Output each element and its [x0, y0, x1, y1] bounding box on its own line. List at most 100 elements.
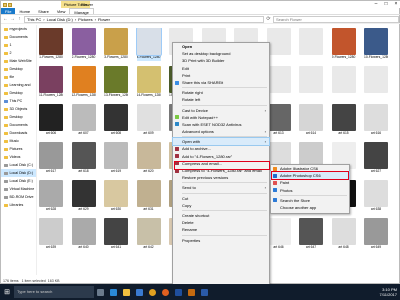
maximize-button[interactable]: □: [381, 1, 391, 8]
thumbnail-item[interactable]: 11-Flowers_1280: [39, 66, 63, 99]
thumbnail-item[interactable]: 9-Flowers_1280: [331, 28, 356, 61]
refresh-icon[interactable]: ⟳: [266, 16, 271, 22]
menu-item[interactable]: Rotate right: [173, 89, 269, 96]
thumbnail-item[interactable]: [364, 66, 388, 99]
nav-item[interactable]: Desktop: [1, 113, 36, 121]
tab-manage[interactable]: Manage: [69, 8, 94, 15]
tab-share[interactable]: Share: [34, 8, 53, 14]
menu-item[interactable]: Scan with ESET NOD32 Antivirus: [173, 121, 269, 128]
nav-item[interactable]: Downloads: [1, 129, 36, 137]
menu-item[interactable]: Paint: [271, 179, 349, 186]
thumbnail-item[interactable]: art 615: [331, 104, 356, 137]
menu-item[interactable]: Cast to Device ›: [173, 107, 269, 114]
thumbnail-item[interactable]: art 620: [136, 142, 161, 175]
thumbnail-item[interactable]: art 649: [364, 218, 388, 251]
nav-item[interactable]: Desktop: [1, 89, 36, 97]
breadcrumb-flower[interactable]: Flower: [98, 17, 110, 22]
nav-item[interactable]: Virtual Machine: [1, 185, 36, 193]
windows-start-icon[interactable]: ⊞: [0, 284, 14, 300]
taskbar-search-input[interactable]: Type here to search: [14, 286, 94, 298]
tab-home[interactable]: Home: [15, 8, 34, 14]
thumbnail-item[interactable]: art 629: [71, 180, 96, 213]
menu-item[interactable]: Open with ›: [172, 137, 270, 147]
minimize-button[interactable]: –: [371, 1, 381, 8]
close-button[interactable]: ×: [391, 1, 400, 8]
menu-item[interactable]: Edit with Notepad++: [173, 114, 269, 121]
breadcrumb-this-pc[interactable]: This PC: [27, 17, 41, 22]
thumbnail-item[interactable]: art 641: [104, 218, 128, 251]
thumbnail-item[interactable]: art 627: [364, 142, 388, 175]
back-arrow-icon[interactable]: ←: [3, 16, 8, 22]
thumbnail-item[interactable]: art 614: [299, 104, 323, 137]
menu-item[interactable]: Share this via SHAREit: [173, 79, 269, 86]
menu-item[interactable]: Create shortcut: [173, 212, 269, 219]
thumbnail-item[interactable]: 14-Flowers_1280: [136, 66, 161, 99]
tab-view[interactable]: View: [53, 8, 70, 14]
thumbnail-item[interactable]: 3-Flowers_1280: [104, 28, 128, 61]
nav-item[interactable]: Libraries: [1, 201, 36, 209]
thumbnail-item[interactable]: 4-Flowers_1280: [135, 28, 162, 61]
forward-arrow-icon[interactable]: →: [10, 16, 15, 22]
thumbnail-item[interactable]: art 628: [39, 180, 63, 213]
thumbnail-item[interactable]: art 617: [39, 142, 63, 175]
thumbnail-item[interactable]: [299, 28, 323, 61]
thumbnail-item[interactable]: [266, 66, 291, 99]
thumbnail-item[interactable]: 12-Flowers_1280: [71, 66, 96, 99]
thumbnail-item[interactable]: art 616: [364, 104, 388, 137]
thumbnail-item[interactable]: 13-Flowers_1280: [104, 66, 128, 99]
menu-item[interactable]: Add to "4-Flowers_1280.rar": [173, 153, 269, 160]
thumbnail-item[interactable]: art 642: [136, 218, 161, 251]
photoshop-icon[interactable]: [172, 284, 185, 300]
thumbnail-item[interactable]: art 607: [71, 104, 96, 137]
thumbnail-item[interactable]: art 618: [71, 142, 96, 175]
store-icon[interactable]: [133, 284, 146, 300]
task-view-icon[interactable]: [94, 284, 107, 300]
thumbnail-item[interactable]: art 606: [39, 104, 63, 137]
menu-item[interactable]: Print: [173, 72, 269, 79]
illustrator-icon[interactable]: [185, 284, 198, 300]
menu-item[interactable]: Photos: [271, 187, 349, 194]
tab-file[interactable]: File: [1, 8, 16, 14]
search-input[interactable]: Search Flower: [273, 15, 399, 23]
menu-item[interactable]: Delete: [173, 219, 269, 226]
menu-item[interactable]: Copy: [173, 202, 269, 209]
thumbnail-item[interactable]: art 647: [299, 218, 323, 251]
thumbnail-item[interactable]: art 646: [266, 218, 291, 251]
menu-item[interactable]: Edit: [173, 65, 269, 72]
thumbnail-item[interactable]: art 638: [364, 180, 388, 213]
edge-icon[interactable]: [107, 284, 120, 300]
menu-item[interactable]: Cut: [173, 195, 269, 202]
thumbnail-item[interactable]: art 631: [136, 180, 161, 213]
nav-item[interactable]: 1: [1, 41, 36, 49]
menu-item[interactable]: Properties: [173, 237, 269, 244]
menu-item[interactable]: Restore previous versions: [173, 174, 269, 181]
nav-item[interactable]: Learning and: [1, 81, 36, 89]
nav-item[interactable]: Desktop: [1, 65, 36, 73]
thumbnail-item[interactable]: art 640: [71, 218, 96, 251]
breadcrumb-pictures[interactable]: Pictures: [78, 17, 92, 22]
nav-item[interactable]: Local Disk (D:): [1, 169, 36, 177]
nav-item[interactable]: Local Disk (E:): [1, 177, 36, 185]
chrome-icon[interactable]: [146, 284, 159, 300]
nav-item[interactable]: Documents: [1, 33, 36, 41]
thumbnail-item[interactable]: [266, 28, 291, 61]
file-explorer-icon[interactable]: [120, 284, 133, 300]
nav-item[interactable]: Videos: [1, 153, 36, 161]
nav-item[interactable]: Pictures: [1, 145, 36, 153]
system-clock[interactable]: 3:10 PM 7/11/2017: [380, 287, 400, 297]
menu-item[interactable]: Search the Store: [271, 197, 349, 204]
word-icon[interactable]: [198, 284, 211, 300]
nav-item[interactable]: 3D Objects: [1, 105, 36, 113]
nav-item[interactable]: This PC: [1, 97, 36, 105]
nav-item[interactable]: BD-ROM Drive: [1, 193, 36, 201]
thumbnail-item[interactable]: [331, 66, 356, 99]
thumbnail-item[interactable]: art 639: [39, 218, 63, 251]
thumbnail-item[interactable]: art 613: [266, 104, 291, 137]
nav-item[interactable]: Main WebSite: [1, 57, 36, 65]
breadcrumb[interactable]: This PC › Local Disk (D:) › Pictures › Flow…: [24, 15, 264, 23]
menu-item[interactable]: Set as desktop background: [173, 50, 269, 57]
folder-icon[interactable]: [3, 2, 7, 7]
firefox-icon[interactable]: [159, 284, 172, 300]
up-arrow-icon[interactable]: ↑: [17, 16, 22, 22]
menu-item[interactable]: Rename: [173, 226, 269, 233]
